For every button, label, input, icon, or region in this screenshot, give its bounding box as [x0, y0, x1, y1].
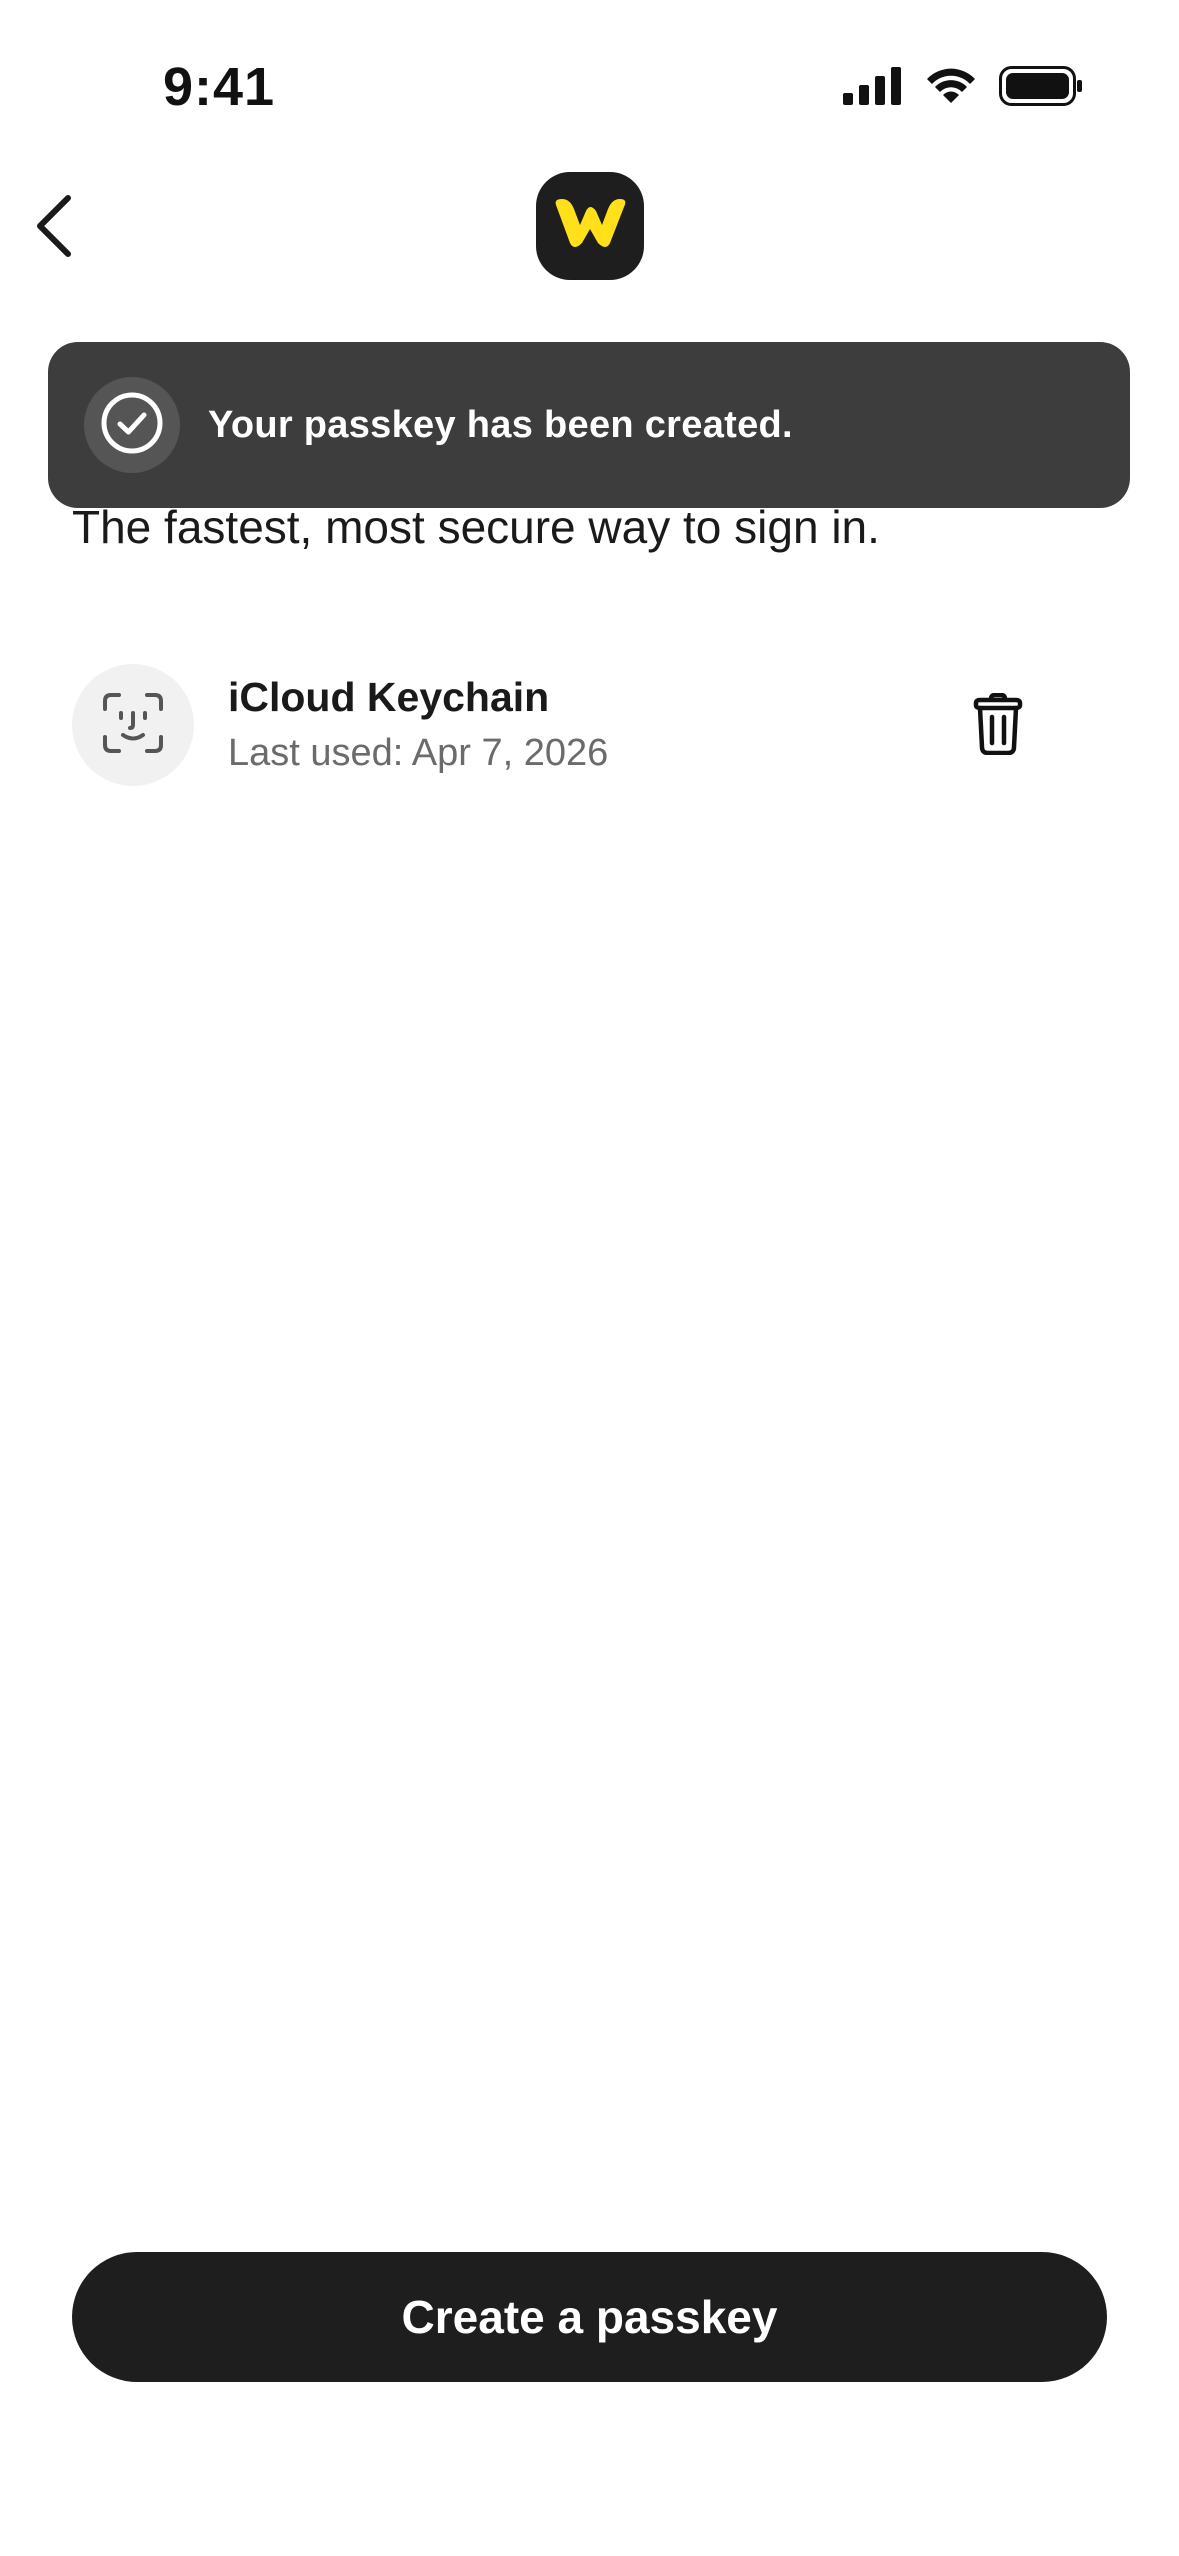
status-time: 9:41	[163, 57, 276, 117]
passkey-name: iCloud Keychain	[228, 674, 550, 720]
passkey-last-used: Last used: Apr 7, 2026	[228, 732, 609, 774]
status-bar: 9:41	[0, 0, 1179, 170]
back-button[interactable]	[14, 188, 94, 268]
toast-icon-container	[84, 377, 180, 473]
app-logo	[536, 172, 644, 280]
delete-passkey-button[interactable]	[958, 686, 1038, 766]
passkey-avatar	[72, 664, 194, 786]
passkey-list-item: iCloud Keychain Last used: Apr 7, 2026	[72, 664, 1092, 788]
status-icons	[843, 66, 1083, 111]
page-subtitle: The fastest, most secure way to sign in.	[72, 501, 880, 553]
cellular-signal-icon	[843, 67, 903, 110]
check-circle-icon	[100, 391, 164, 460]
wifi-icon	[925, 67, 977, 110]
chevron-left-icon	[32, 193, 76, 264]
app-logo-icon	[552, 197, 628, 256]
trash-icon	[972, 692, 1024, 760]
battery-icon	[999, 66, 1083, 111]
face-id-icon	[101, 691, 165, 760]
success-toast: Your passkey has been created.	[48, 342, 1130, 508]
create-passkey-button[interactable]: Create a passkey	[72, 2252, 1107, 2382]
toast-message: Your passkey has been created.	[208, 403, 793, 446]
